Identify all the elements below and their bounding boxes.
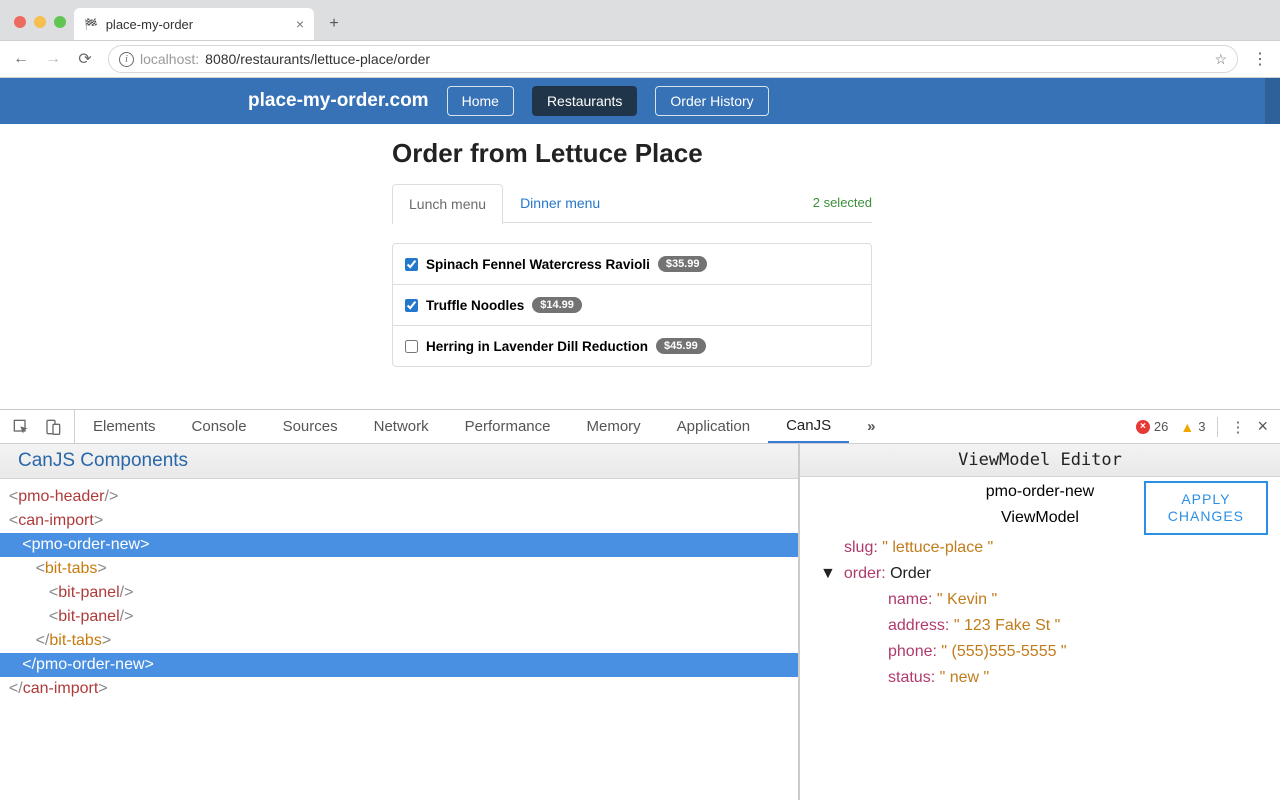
vm-prop-name[interactable]: name: " Kevin " (800, 587, 1280, 613)
devtools-right-controls: × 26 ▲ 3 ⋮ × (1124, 410, 1280, 443)
menu-item[interactable]: Spinach Fennel Watercress Ravioli $35.99 (393, 244, 871, 285)
browser-toolbar: ← → ⟳ i localhost: 8080/restaurants/lettu… (0, 40, 1280, 78)
maximize-window-icon[interactable] (54, 16, 66, 28)
vm-prop-order[interactable]: ▼order: Order (800, 561, 1280, 587)
site-info-icon[interactable]: i (119, 52, 134, 67)
url-host: localhost: (140, 51, 199, 67)
device-toggle-icon[interactable] (44, 419, 62, 435)
menu-item-price: $35.99 (658, 256, 708, 272)
component-tree[interactable]: <pmo-header/> <can-import> <pmo-order-ne… (0, 479, 798, 707)
vm-prop-status[interactable]: status: " new " (800, 665, 1280, 691)
tab-dinner-menu[interactable]: Dinner menu (503, 183, 617, 223)
minimize-window-icon[interactable] (34, 16, 46, 28)
browser-tab-bar: 🏁 place-my-order × + (0, 0, 1280, 40)
menu-item-checkbox[interactable] (405, 258, 418, 271)
viewmodel-panel-title: ViewModel Editor (800, 444, 1280, 477)
inspect-icon[interactable] (12, 419, 30, 435)
tab-title: place-my-order (106, 17, 193, 32)
tree-node[interactable]: <bit-tabs> (0, 557, 798, 581)
error-icon: × (1136, 420, 1150, 434)
canjs-components-panel: CanJS Components <pmo-header/> <can-impo… (0, 444, 800, 800)
devtools-body: CanJS Components <pmo-header/> <can-impo… (0, 444, 1280, 800)
nav-order-history-button[interactable]: Order History (655, 86, 768, 116)
bookmark-icon[interactable]: ☆ (1214, 51, 1227, 68)
apply-changes-button[interactable]: APPLYCHANGES (1144, 481, 1268, 535)
page-content: Order from Lettuce Place Lunch menu Dinn… (0, 124, 1280, 367)
new-tab-button[interactable]: + (320, 10, 348, 38)
menu-item-price: $14.99 (532, 297, 582, 313)
devtools-tab-canjs[interactable]: CanJS (768, 410, 849, 443)
app-logo: place-my-order.com (248, 90, 429, 112)
menu-tabs: Lunch menu Dinner menu 2 selected (392, 183, 872, 223)
warning-count[interactable]: ▲ 3 (1180, 419, 1205, 435)
viewmodel-editor-panel: ViewModel Editor APPLYCHANGES pmo-order-… (800, 444, 1280, 800)
devtools-left-controls (0, 410, 75, 443)
page-scrollbar[interactable] (1265, 78, 1280, 124)
address-bar[interactable]: i localhost: 8080/restaurants/lettuce-pla… (108, 45, 1238, 73)
favicon-icon: 🏁 (84, 18, 98, 31)
tree-node[interactable]: <bit-panel/> (0, 581, 798, 605)
menu-item[interactable]: Herring in Lavender Dill Reduction $45.9… (393, 326, 871, 366)
vm-prop-slug[interactable]: slug: " lettuce-place " (800, 535, 1280, 561)
tree-node-selected[interactable]: </pmo-order-new> (0, 653, 798, 677)
back-icon[interactable]: ← (12, 50, 30, 68)
menu-item-name: Truffle Noodles (426, 298, 524, 313)
vm-prop-address[interactable]: address: " 123 Fake St " (800, 613, 1280, 639)
devtools-tab-elements[interactable]: Elements (75, 410, 174, 443)
reload-icon[interactable]: ⟳ (76, 49, 94, 69)
tree-node[interactable]: </can-import> (0, 677, 798, 701)
collapse-icon[interactable]: ▼ (820, 565, 836, 583)
error-count-value: 26 (1154, 419, 1168, 434)
devtools-tab-performance[interactable]: Performance (447, 410, 569, 443)
tree-node[interactable]: <pmo-header/> (0, 485, 798, 509)
menu-item-name: Herring in Lavender Dill Reduction (426, 339, 648, 354)
tree-node[interactable]: <can-import> (0, 509, 798, 533)
app-header: place-my-order.com Home Restaurants Orde… (0, 78, 1280, 124)
forward-icon: → (44, 50, 62, 68)
menu-items-list: Spinach Fennel Watercress Ravioli $35.99… (392, 243, 872, 367)
window-controls (8, 16, 74, 40)
page-title: Order from Lettuce Place (392, 138, 1280, 169)
devtools-close-icon[interactable]: × (1257, 416, 1268, 437)
close-tab-icon[interactable]: × (296, 16, 304, 32)
menu-item-checkbox[interactable] (405, 299, 418, 312)
close-window-icon[interactable] (14, 16, 26, 28)
nav-restaurants-button[interactable]: Restaurants (532, 86, 637, 116)
devtools-tab-application[interactable]: Application (659, 410, 768, 443)
tree-node-selected[interactable]: <pmo-order-new> (0, 533, 798, 557)
devtools-tab-network[interactable]: Network (356, 410, 447, 443)
devtools-panel: Elements Console Sources Network Perform… (0, 409, 1280, 800)
vm-prop-phone[interactable]: phone: " (555)555-5555 " (800, 639, 1280, 665)
browser-tab[interactable]: 🏁 place-my-order × (74, 8, 314, 40)
menu-item-name: Spinach Fennel Watercress Ravioli (426, 257, 650, 272)
devtools-tabs: Elements Console Sources Network Perform… (0, 410, 1280, 444)
devtools-tab-memory[interactable]: Memory (569, 410, 659, 443)
devtools-settings-icon[interactable]: ⋮ (1230, 418, 1245, 436)
browser-menu-icon[interactable]: ⋮ (1252, 49, 1268, 69)
devtools-tab-console[interactable]: Console (174, 410, 265, 443)
viewmodel-body[interactable]: APPLYCHANGES pmo-order-new ViewModel slu… (800, 477, 1280, 800)
devtools-tabs-overflow-icon[interactable]: » (849, 410, 893, 443)
menu-item-checkbox[interactable] (405, 340, 418, 353)
url-path: 8080/restaurants/lettuce-place/order (205, 51, 430, 67)
error-count[interactable]: × 26 (1136, 419, 1168, 434)
menu-item[interactable]: Truffle Noodles $14.99 (393, 285, 871, 326)
nav-home-button[interactable]: Home (447, 86, 514, 116)
warning-icon: ▲ (1180, 419, 1194, 435)
tab-lunch-menu[interactable]: Lunch menu (392, 184, 503, 224)
warning-count-value: 3 (1198, 419, 1205, 434)
tree-node[interactable]: </bit-tabs> (0, 629, 798, 653)
tree-node[interactable]: <bit-panel/> (0, 605, 798, 629)
selected-count: 2 selected (813, 195, 872, 210)
menu-item-price: $45.99 (656, 338, 706, 354)
devtools-tab-sources[interactable]: Sources (265, 410, 356, 443)
components-panel-title: CanJS Components (0, 444, 798, 479)
